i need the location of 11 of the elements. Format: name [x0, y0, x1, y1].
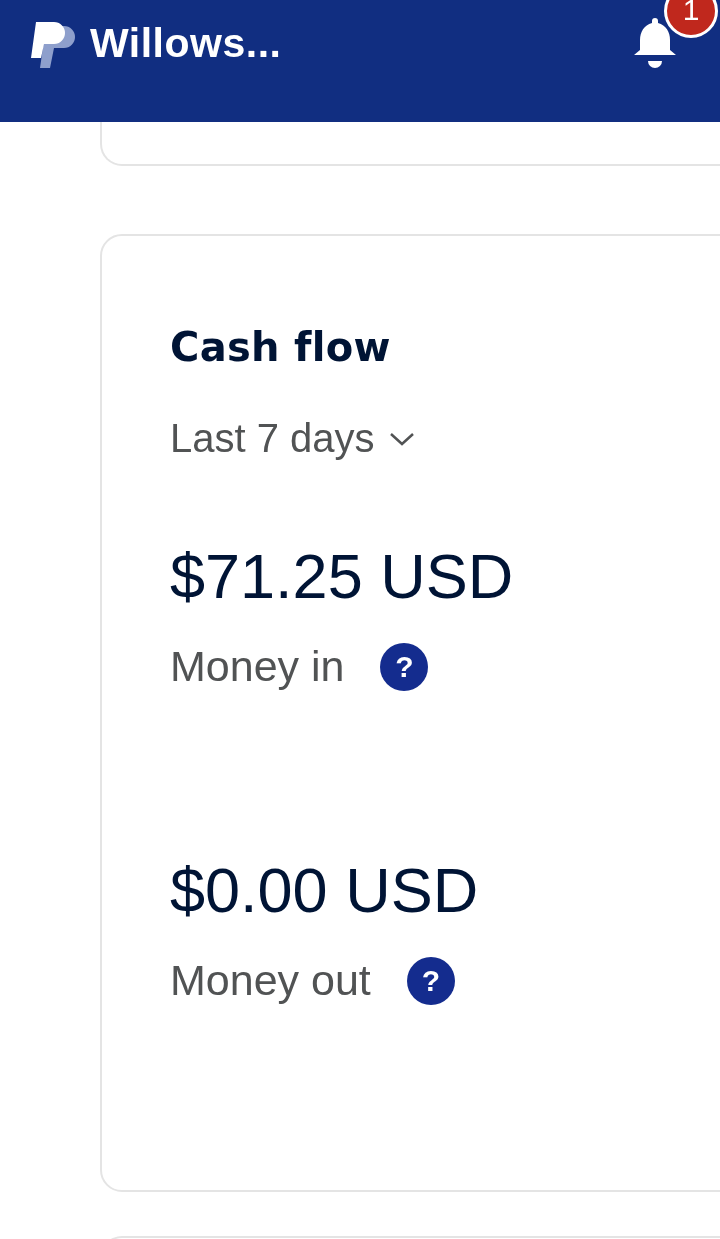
amount-label: Money in [170, 642, 345, 691]
chevron-down-icon [388, 430, 415, 447]
amount-value: $71.25 USD [170, 545, 515, 608]
business-name: Willows... [90, 20, 282, 67]
notification-badge: 1 [664, 0, 718, 38]
amount-label: Money out [170, 956, 371, 1005]
card-title: Cash flow [170, 324, 392, 370]
period-dropdown[interactable]: Last 7 days [170, 416, 415, 461]
amount-value: $0.00 USD [170, 859, 480, 922]
help-icon[interactable]: ? [380, 642, 429, 691]
help-icon[interactable]: ? [406, 956, 455, 1005]
